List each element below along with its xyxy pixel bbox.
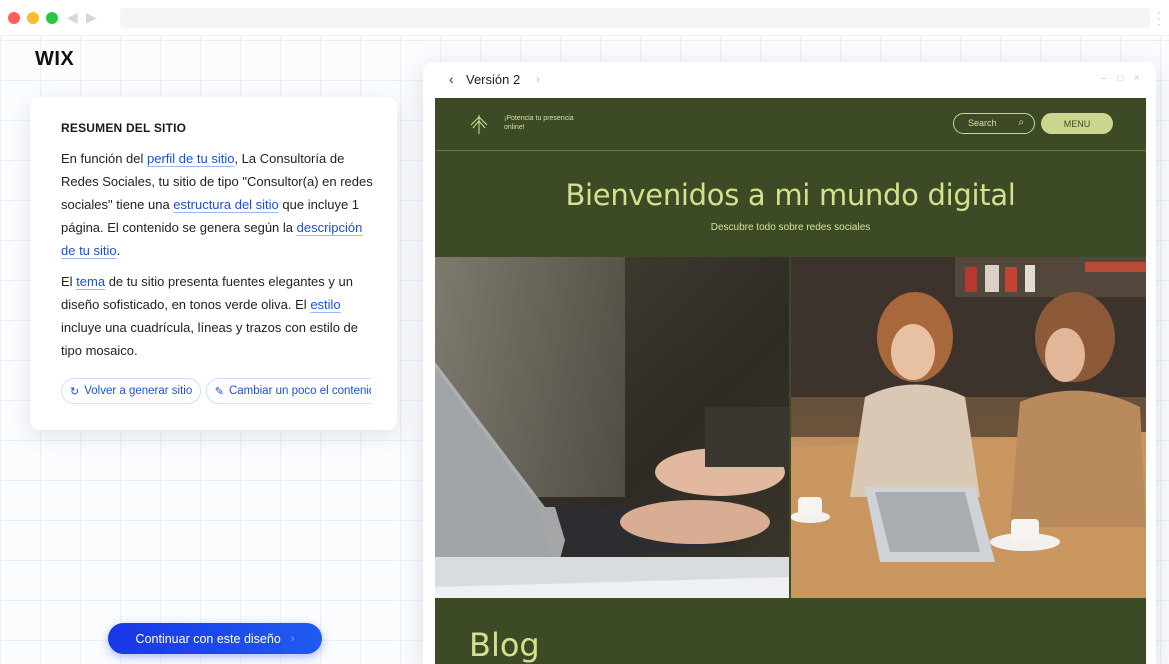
site-tagline: ¡Potencia tu presencia online!: [504, 115, 574, 131]
site-search-input[interactable]: Search ⌕: [953, 113, 1035, 134]
kebab-menu-icon[interactable]: · · ·: [1157, 6, 1161, 30]
style-link[interactable]: estilo: [310, 297, 340, 312]
close-window-button[interactable]: [8, 12, 20, 24]
browser-forward-icon[interactable]: ▶: [86, 9, 97, 26]
site-preview: ¡Potencia tu presencia online! Search ⌕ …: [435, 98, 1146, 664]
blog-heading: Blog: [469, 626, 540, 664]
wix-logo: WIX: [35, 48, 75, 70]
site-structure-link[interactable]: estructura del sitio: [173, 197, 279, 212]
maximize-window-button[interactable]: [46, 12, 58, 24]
next-version-icon[interactable]: ›: [536, 72, 540, 86]
site-menu-button[interactable]: MENU: [1041, 113, 1113, 134]
summary-title: RESUMEN DEL SITIO: [61, 121, 187, 135]
search-icon: ⌕: [1018, 117, 1024, 128]
site-header: ¡Potencia tu presencia online! Search ⌕ …: [435, 98, 1146, 151]
hero-title: Bienvenidos a mi mundo digital: [565, 178, 1016, 212]
site-summary-card: RESUMEN DEL SITIO En función del perfil …: [30, 97, 397, 430]
hero-subtitle: Descubre todo sobre redes sociales: [710, 222, 871, 233]
magic-wand-icon: ✎: [214, 385, 224, 398]
site-preview-window: ‹ Versión 2 › – □ × ¡Potencia tu presenc…: [423, 62, 1156, 664]
browser-toolbar: ◀ ▶ · · ·: [0, 0, 1169, 36]
summary-paragraph-2: El tema de tu sitio presenta fuentes ele…: [61, 274, 359, 358]
preview-header: ‹ Versión 2 › – □ ×: [423, 62, 1156, 98]
browser-back-icon[interactable]: ◀: [67, 9, 78, 26]
theme-link[interactable]: tema: [76, 274, 105, 289]
previous-version-icon[interactable]: ‹: [449, 71, 454, 87]
refresh-icon: ↻: [70, 385, 80, 398]
site-profile-link[interactable]: perfil de tu sitio: [147, 151, 234, 166]
chevron-right-icon: ›: [290, 632, 295, 645]
laptop-photo: [435, 257, 790, 598]
address-bar[interactable]: [120, 8, 1150, 28]
version-label: Versión 2: [466, 72, 521, 87]
summary-paragraph-1: En función del perfil de tu sitio, La Co…: [61, 151, 373, 258]
site-logo-icon: [470, 115, 488, 134]
window-controls[interactable]: – □ ×: [1101, 73, 1144, 84]
minimize-window-button[interactable]: [27, 12, 39, 24]
continue-with-design-button[interactable]: Continuar con este diseño ›: [108, 623, 322, 654]
cafe-photo: [790, 257, 1146, 598]
tweak-content-button[interactable]: ✎ Cambiar un poco el contenido: [205, 378, 371, 404]
hero-photos: [435, 257, 1146, 598]
regenerate-site-button[interactable]: ↻ Volver a generar sitio: [61, 378, 202, 404]
summary-actions: ↻ Volver a generar sitio ✎ Cambiar un po…: [61, 378, 371, 408]
